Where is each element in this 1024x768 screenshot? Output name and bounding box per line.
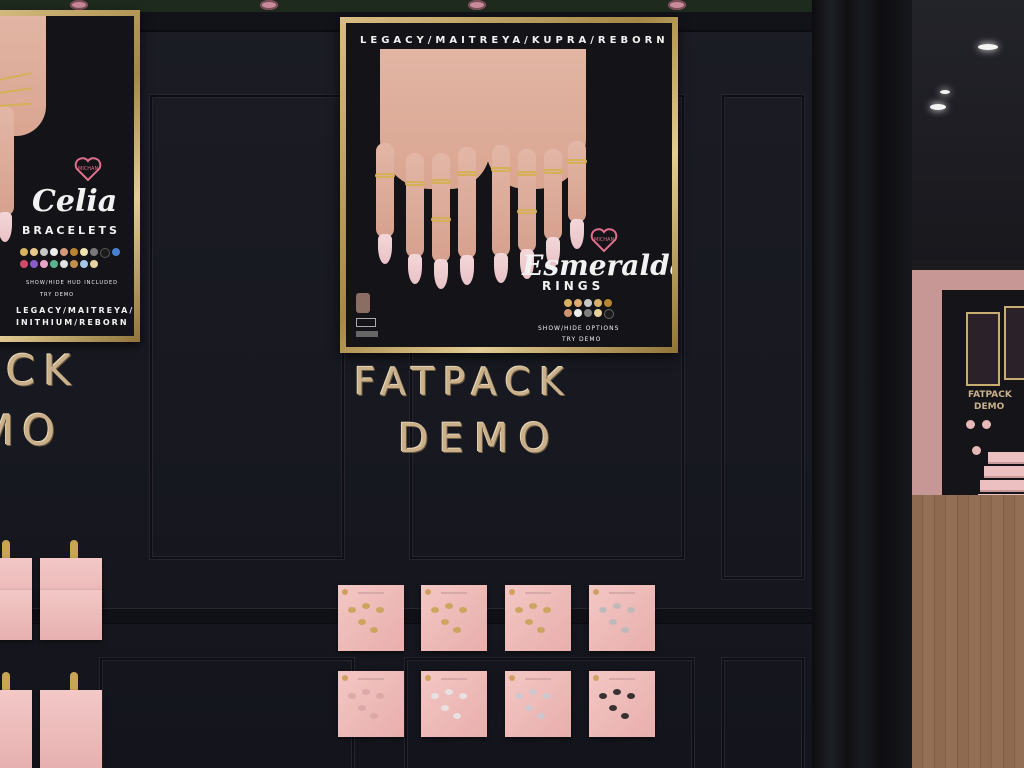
brand-label: MICHAN — [78, 166, 99, 172]
hanger-stand — [2, 672, 10, 692]
mini-sign-line2: DEMO — [974, 402, 1005, 412]
color-swatches — [20, 248, 120, 268]
poster-image: MICHAN Celia BRACELETS SHOW/HIDE HUD INC… — [0, 16, 134, 336]
finger — [457, 147, 477, 285]
try-demo-text: TRY DEMO — [562, 336, 602, 343]
options-note: SHOW/HIDE OPTIONS — [538, 325, 620, 332]
brand-mark-icon — [356, 331, 378, 337]
finger — [0, 106, 14, 242]
finger — [543, 149, 563, 267]
adjacent-room: FATPACK DEMO — [912, 0, 1024, 768]
rose-decoration — [668, 0, 686, 10]
bracelet-vendor-box[interactable] — [40, 590, 102, 640]
finger — [567, 141, 587, 249]
demo-vendor-tile[interactable] — [421, 671, 487, 737]
product-title: Esmeralda — [522, 249, 672, 282]
rose-decoration — [70, 0, 88, 10]
finger — [517, 149, 537, 279]
bracelet-vendor-box[interactable] — [0, 590, 32, 640]
finger — [405, 153, 425, 284]
hanger-stand — [2, 540, 10, 560]
poster-image: LEGACY/MAITREYA/KUPRA/REBORN MICHAN Esme… — [346, 23, 672, 347]
compatible-bodies: LEGACY/MAITREYA/KUPRA/REBORN — [360, 35, 669, 46]
product-subtitle: BRACELETS — [22, 224, 120, 237]
maker-logo-icon — [356, 318, 376, 327]
wooden-floor — [912, 495, 1024, 768]
bracelet-vendor-box[interactable] — [40, 690, 102, 768]
color-swatches — [564, 299, 620, 319]
fatpack-sign-line2: DEMO — [398, 416, 561, 462]
pink-display-step — [980, 480, 1024, 492]
finger — [431, 153, 451, 289]
wall-panel — [722, 95, 804, 579]
demo-vendor-tile[interactable] — [338, 585, 404, 651]
rose-decoration — [468, 0, 486, 10]
fatpack-sign-left-line1: ACK — [0, 346, 79, 395]
mini-poster[interactable] — [966, 312, 1000, 386]
wall-panel — [100, 658, 354, 768]
compatible-bodies-line2: INITHIUM/REBORN — [16, 318, 129, 327]
try-demo-text: TRY DEMO — [40, 292, 75, 298]
pink-display-step — [988, 452, 1024, 464]
demo-vendor-tile[interactable] — [505, 671, 571, 737]
mini-poster[interactable] — [1004, 306, 1024, 380]
demo-vendor-tile[interactable] — [505, 585, 571, 651]
wall-panel — [150, 95, 344, 559]
ceiling — [912, 0, 1024, 260]
ceiling-light — [978, 44, 998, 50]
fatpack-sign-left-line2: MO — [0, 406, 64, 455]
compatible-bodies-line1: LEGACY/MAITREYA/ — [16, 306, 134, 315]
ceiling-light — [940, 90, 950, 94]
ceiling-light — [930, 104, 946, 110]
celia-bracelets-poster[interactable]: MICHAN Celia BRACELETS SHOW/HIDE HUD INC… — [0, 10, 140, 342]
demo-vendor-tile[interactable] — [338, 671, 404, 737]
wall-panel — [722, 658, 804, 768]
hanger-stand — [70, 540, 78, 560]
mini-sign-line1: FATPACK — [968, 390, 1012, 400]
product-title: Celia — [32, 184, 118, 219]
event-logo-icon — [356, 293, 370, 313]
esmeralda-rings-poster[interactable]: LEGACY/MAITREYA/KUPRA/REBORN MICHAN Esme… — [340, 17, 678, 353]
finger — [375, 143, 395, 264]
wall-rail — [0, 608, 812, 624]
door-frame — [812, 0, 912, 768]
product-subtitle: RINGS — [542, 279, 605, 293]
pink-display-step — [984, 466, 1024, 478]
hanger-stand — [70, 672, 78, 692]
demo-vendor-tile[interactable] — [589, 671, 655, 737]
demo-vendor-tile[interactable] — [589, 585, 655, 651]
brand-label: MICHAN — [594, 237, 615, 243]
demo-vendor-tile[interactable] — [421, 585, 487, 651]
finger — [491, 145, 511, 283]
bracelet-vendor-box[interactable] — [0, 690, 32, 768]
store-scene: MICHAN Celia BRACELETS SHOW/HIDE HUD INC… — [0, 0, 1024, 768]
hud-note: SHOW/HIDE HUD INCLUDED — [26, 280, 118, 286]
rose-decoration — [260, 0, 278, 10]
fatpack-sign-line1: FATPACK — [354, 360, 572, 404]
